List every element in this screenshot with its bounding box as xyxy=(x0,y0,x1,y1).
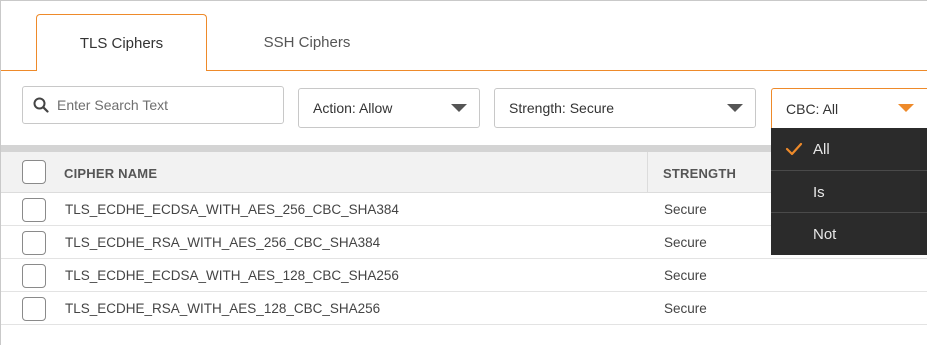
cipher-name-cell: TLS_ECDHE_RSA_WITH_AES_256_CBC_SHA384 xyxy=(65,235,381,250)
cbc-option-is[interactable]: Is xyxy=(771,170,927,212)
cipher-name-cell: TLS_ECDHE_ECDSA_WITH_AES_128_CBC_SHA256 xyxy=(65,268,399,283)
strength-filter-key: Strength: xyxy=(509,100,566,116)
cipher-name-cell: TLS_ECDHE_RSA_WITH_AES_128_CBC_SHA256 xyxy=(65,301,381,316)
caret-down-icon xyxy=(898,104,914,112)
frame-top-border xyxy=(0,0,927,1)
cbc-filter-key: CBC: xyxy=(786,101,820,117)
tab-label: SSH Ciphers xyxy=(263,33,351,51)
select-all-checkbox[interactable] xyxy=(22,160,46,184)
column-separator xyxy=(647,152,648,193)
row-checkbox[interactable] xyxy=(22,264,46,288)
cbc-dropdown-menu: All Is Not xyxy=(771,128,927,255)
cipher-name-cell: TLS_ECDHE_ECDSA_WITH_AES_256_CBC_SHA384 xyxy=(65,202,399,217)
cbc-filter-value: All xyxy=(822,101,839,117)
cbc-option-label: Not xyxy=(813,226,837,243)
search-icon xyxy=(33,97,49,113)
caret-down-icon xyxy=(727,104,743,112)
row-checkbox[interactable] xyxy=(22,297,46,321)
strength-filter-value: Secure xyxy=(569,100,615,116)
table-row[interactable]: TLS_ECDHE_RSA_WITH_AES_128_CBC_SHA256 Se… xyxy=(1,292,927,325)
cbc-filter-select[interactable]: CBC: All xyxy=(771,88,927,129)
strength-cell: Secure xyxy=(664,202,707,217)
row-checkbox[interactable] xyxy=(22,198,46,222)
action-filter-value: Allow xyxy=(358,100,393,116)
cbc-option-all[interactable]: All xyxy=(771,128,927,170)
search-input[interactable] xyxy=(57,97,267,113)
tab-tls-ciphers[interactable]: TLS Ciphers xyxy=(36,14,207,71)
strength-cell: Secure xyxy=(664,301,707,316)
column-header-cipher-name[interactable]: CIPHER NAME xyxy=(64,166,157,181)
search-box[interactable] xyxy=(22,86,284,124)
checkmark-icon xyxy=(785,142,803,156)
action-filter-key: Action: xyxy=(313,100,356,116)
row-checkbox[interactable] xyxy=(22,231,46,255)
caret-down-icon xyxy=(451,104,467,112)
table-row[interactable]: TLS_ECDHE_ECDSA_WITH_AES_128_CBC_SHA256 … xyxy=(1,259,927,292)
cbc-option-label: Is xyxy=(813,184,825,201)
strength-cell: Secure xyxy=(664,235,707,250)
tab-label: TLS Ciphers xyxy=(79,34,164,52)
strength-cell: Secure xyxy=(664,268,707,283)
cbc-option-label: All xyxy=(813,141,830,158)
cbc-option-not[interactable]: Not xyxy=(771,212,927,254)
strength-filter-select[interactable]: Strength: Secure xyxy=(494,88,756,128)
column-header-strength[interactable]: STRENGTH xyxy=(663,166,736,181)
tab-ssh-ciphers[interactable]: SSH Ciphers xyxy=(222,14,392,70)
action-filter-select[interactable]: Action: Allow xyxy=(298,88,480,128)
